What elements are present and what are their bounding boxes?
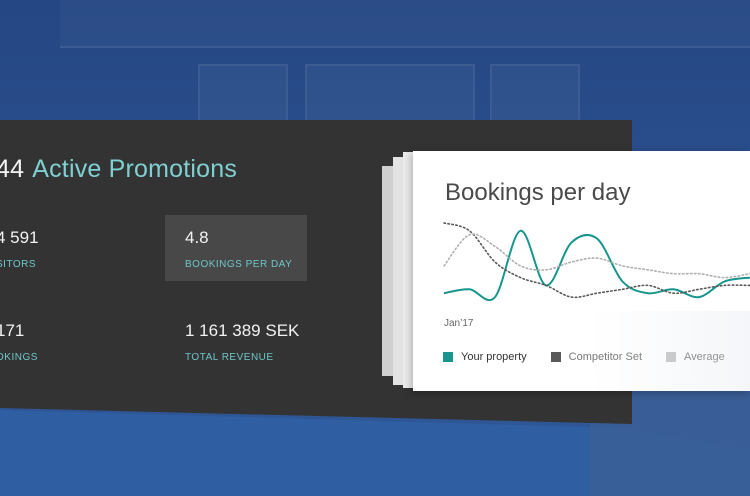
stat-bookings: 171 OKINGS [0, 321, 38, 363]
stat-value: 4 591 [0, 228, 39, 247]
stat-value: 4.8 [185, 228, 209, 247]
stat-bookings-per-day[interactable]: 4.8 BOOKINGS PER DAY [165, 215, 307, 281]
bookings-line-chart: Jan’17 [443, 222, 750, 329]
background-frame [60, 0, 750, 48]
stat-label: OKINGS [0, 352, 38, 363]
background-window [490, 64, 580, 124]
series-line-your-property [443, 229, 750, 302]
bookings-chart-card: Bookings per day Jan’17 Your property Co… [413, 151, 750, 391]
chart-legend: Your property Competitor Set Average [443, 351, 749, 363]
stat-visitors: 4 591 SITORS [0, 228, 39, 270]
background-window [198, 64, 288, 124]
legend-item-average[interactable]: Average [666, 351, 725, 363]
series-line-competitor-set [443, 222, 750, 299]
stat-value: 171 [0, 321, 25, 340]
series-line-average [443, 233, 750, 279]
legend-label: Competitor Set [568, 351, 643, 363]
promotions-count: 44 [0, 155, 25, 183]
promotions-title: Active Promotions [32, 155, 238, 183]
legend-item-your-property[interactable]: Your property [443, 351, 527, 363]
legend-item-competitor-set[interactable]: Competitor Set [550, 351, 643, 363]
stat-value: 1 161 389 SEK [185, 321, 300, 340]
promotions-header: 44 Active Promotions [0, 155, 237, 184]
stat-label: SITORS [0, 259, 37, 270]
x-tick-label: Jan’17 [444, 318, 474, 329]
legend-label: Average [684, 351, 725, 363]
chart-title: Bookings per day [445, 179, 631, 206]
legend-swatch [666, 352, 677, 362]
legend-swatch [443, 352, 453, 362]
stat-total-revenue: 1 161 389 SEK TOTAL REVENUE [185, 321, 299, 363]
background-window [305, 64, 475, 124]
stat-label: TOTAL REVENUE [185, 352, 274, 363]
stat-label: BOOKINGS PER DAY [185, 259, 293, 270]
legend-label: Your property [461, 351, 527, 363]
legend-swatch [550, 352, 561, 362]
